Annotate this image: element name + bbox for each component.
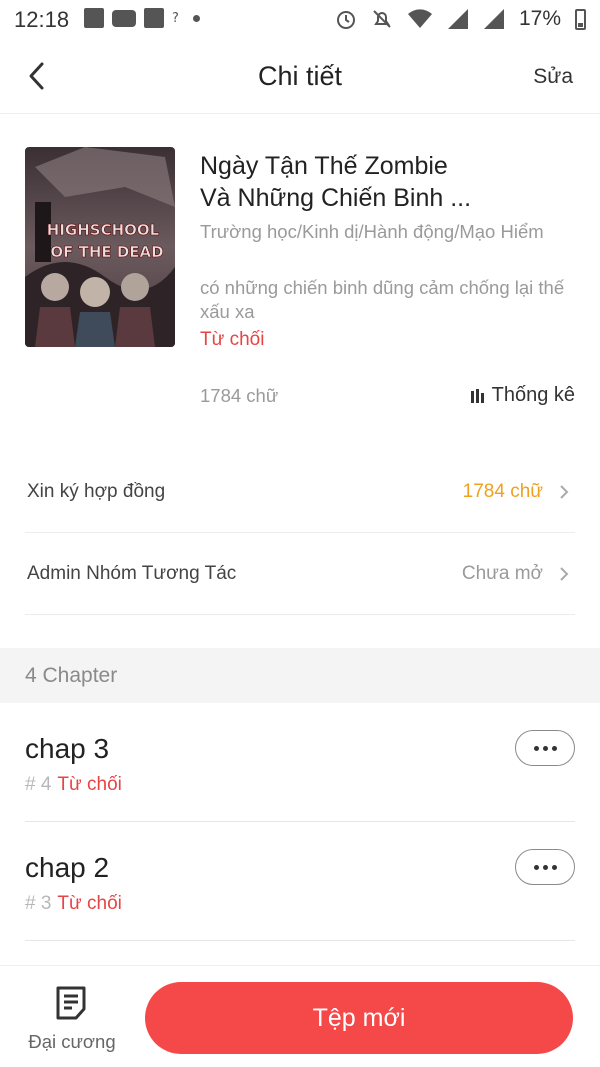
facebook-icon [144, 8, 164, 28]
app-bar: Chi tiết Sửa [0, 40, 600, 114]
chapter-meta: # 4 Từ chối [25, 774, 122, 796]
stats-button[interactable]: Thống kê [470, 384, 575, 407]
chapter-name: chap 3 [25, 733, 110, 764]
admin-group-value: Chưa mở [461, 563, 543, 584]
contract-label: Xin ký hợp đồng [27, 481, 166, 502]
youtube-icon [112, 9, 136, 27]
contract-value: 1784 chữ [462, 481, 543, 502]
dot [533, 864, 539, 870]
stats-label: Thống kê [491, 384, 575, 406]
notification-icons: ? [84, 8, 200, 28]
word-count: 1784 chữ [200, 385, 279, 406]
book-status: Từ chối [200, 329, 265, 350]
chapter-count: 4 Chapter [25, 664, 118, 687]
dot [551, 864, 557, 870]
chevron-right-icon [560, 567, 569, 581]
dot [542, 745, 548, 751]
status-time: 12:18 [14, 7, 70, 32]
no-signal-icon: ? [172, 10, 179, 26]
chapter-name: chap 2 [25, 852, 110, 883]
admin-group-label: Admin Nhóm Tương Tác [27, 563, 237, 584]
book-genres: Trường học/Kinh dị/Hành động/Mạo Hiểm [200, 221, 544, 242]
dot [542, 864, 548, 870]
cover-title-text: HIGHSCHOOL [47, 221, 160, 239]
chapter-item[interactable]: chap 2 # 3 Từ chối [25, 822, 575, 941]
outline-button[interactable]: Đại cương [20, 981, 124, 1061]
battery-icon [575, 8, 586, 30]
document-icon [56, 986, 86, 1020]
battery-percent: 17% [518, 7, 561, 30]
new-file-button[interactable]: Tệp mới [145, 982, 573, 1054]
contract-row[interactable]: Xin ký hợp đồng 1784 chữ [25, 451, 575, 533]
chapter-item[interactable]: chap 3 # 4 Từ chối [25, 703, 575, 822]
chevron-right-icon [560, 485, 569, 499]
mute-icon [373, 10, 391, 28]
chapter-more-button[interactable] [515, 849, 575, 885]
dot [533, 745, 539, 751]
edit-button[interactable]: Sửa [533, 65, 573, 89]
wifi-icon [407, 9, 432, 28]
chapter-status: Từ chối [57, 893, 122, 914]
chapter-number: # 3 [25, 893, 52, 914]
book-description: có những chiến binh dũng cảm chống lại t… [200, 277, 565, 322]
alarm-icon [336, 11, 355, 29]
outline-label: Đại cương [28, 1031, 116, 1052]
system-icons: 17% [335, 7, 586, 31]
book-title: Ngày Tận Thế Zombie Và Những Chiến Binh … [200, 150, 580, 214]
cell-signal-2-icon [483, 9, 504, 29]
chapter-meta: # 3 Từ chối [25, 893, 122, 915]
more-notifications-icon [192, 14, 200, 22]
chapter-more-button[interactable] [515, 730, 575, 766]
chapter-number: # 4 [25, 774, 52, 795]
book-cover-image[interactable]: HIGHSCHOOL OF THE DEAD [25, 147, 175, 347]
page-title: Chi tiết [257, 61, 343, 91]
status-bar: 12:18 ? 17% [0, 0, 600, 40]
chapter-status: Từ chối [57, 774, 122, 795]
admin-group-row[interactable]: Admin Nhóm Tương Tác Chưa mở [25, 533, 575, 615]
chapter-section-header: 4 Chapter [0, 648, 600, 703]
bar-chart-icon [470, 388, 484, 403]
bottom-bar: Đại cương Tệp mới [0, 965, 600, 1067]
book-title-line-1: Ngày Tận Thế Zombie [200, 152, 448, 180]
gallery-icon [84, 8, 104, 28]
cover-subtitle-text: OF THE DEAD [50, 243, 163, 261]
book-title-line-2: Và Những Chiến Binh ... [200, 184, 472, 212]
cell-signal-icon [447, 9, 468, 29]
dot [551, 745, 557, 751]
